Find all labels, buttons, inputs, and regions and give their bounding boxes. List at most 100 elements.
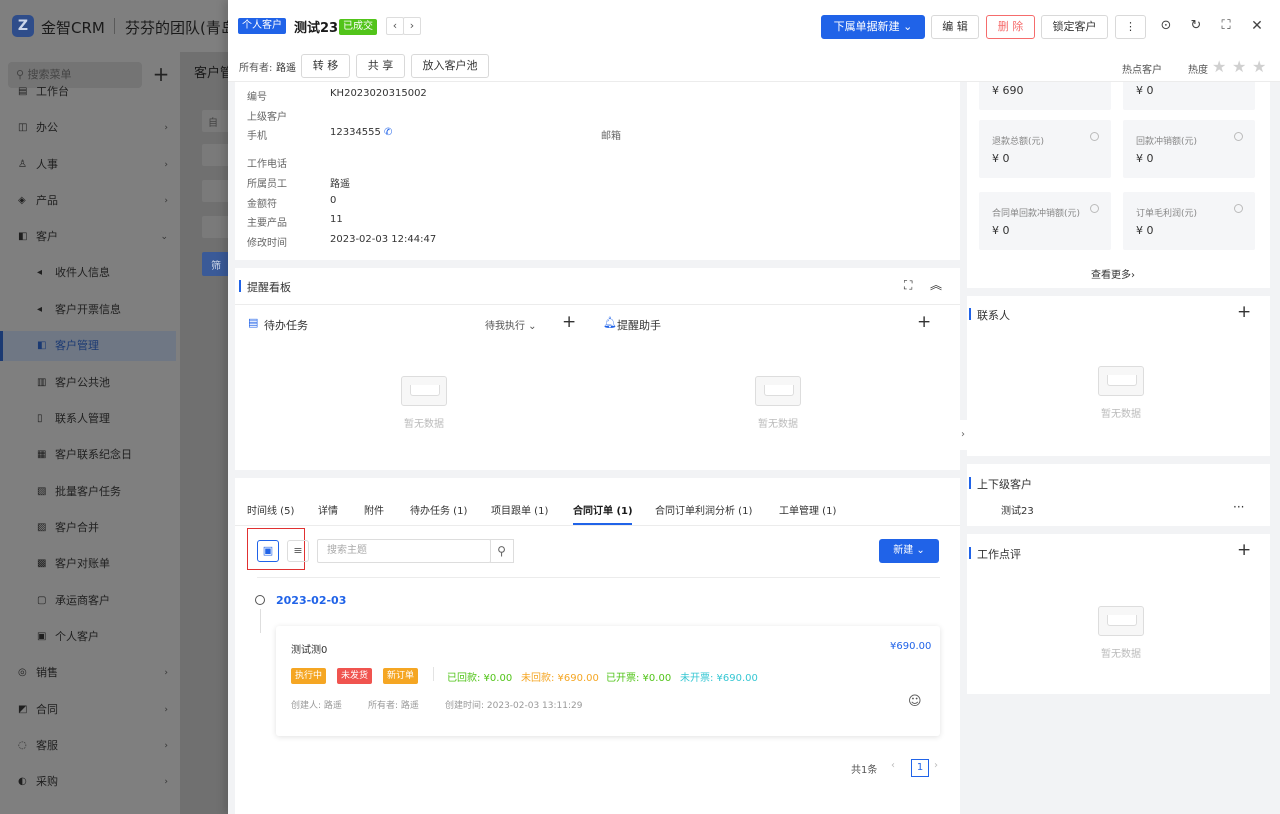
sidebar-item[interactable]: ◫ 办公 › <box>0 113 176 143</box>
info-icon[interactable] <box>1234 132 1243 141</box>
sidebar-item[interactable]: ▢ 承运商客户 <box>0 586 176 616</box>
unreceived-amount: 未回款: ¥690.00 <box>521 673 599 684</box>
sidebar-item[interactable]: ◌ 客服 › <box>0 731 176 761</box>
close-icon[interactable]: ✕ <box>1248 17 1266 35</box>
page-number-button[interactable]: 1 <box>911 759 929 777</box>
sidebar-item-label: 批量客户任务 <box>55 485 121 498</box>
field-label: 手机 <box>247 131 267 142</box>
sidebar-item[interactable]: ◈ 产品 › <box>0 186 176 216</box>
move-to-pool-button[interactable]: 放入客户池 <box>411 54 489 78</box>
todo-filter-select[interactable]: 待我执行 ⌄ <box>485 317 537 332</box>
view-more-link[interactable]: 查看更多› <box>1091 266 1135 281</box>
smile-icon[interactable]: ☺ <box>908 694 922 709</box>
empty-text: 暂无数据 <box>1101 409 1141 420</box>
sidebar-item[interactable]: ▦ 客户联系纪念日 <box>0 440 176 470</box>
sidebar-item[interactable]: ▣ 个人客户 <box>0 622 176 652</box>
info-icon[interactable] <box>1090 204 1099 213</box>
share-button[interactable]: 共 享 <box>356 54 405 78</box>
sidebar-item[interactable]: ◂ 收件人信息 <box>0 258 176 288</box>
tab-item[interactable]: 待办任务 (1) <box>410 502 467 517</box>
tab-item[interactable]: 合同订单 (1) <box>573 502 633 517</box>
fullscreen-icon[interactable]: ⛶ <box>1217 17 1235 35</box>
sidebar-item[interactable]: ▩ 客户对账单 <box>0 549 176 579</box>
field-label: 上级客户 <box>247 112 287 123</box>
bg-filter <box>202 216 230 238</box>
info-icon[interactable] <box>1234 204 1243 213</box>
divider <box>235 304 960 305</box>
tab-item[interactable]: 详情 <box>318 502 338 517</box>
divider <box>235 525 960 526</box>
stat-tile: 合同单回款冲销额(元) ¥ 0 <box>979 192 1111 250</box>
owner-name: 路遥 <box>276 63 296 74</box>
tab-item[interactable]: 工单管理 (1) <box>779 502 836 517</box>
play-icon[interactable]: ⊙ <box>1157 17 1175 35</box>
search-input[interactable]: 搜索主题 <box>317 539 491 563</box>
contacts-title: 联系人 <box>969 307 1010 323</box>
create-sub-document-button[interactable]: 下属单据新建 ⌄ <box>821 15 925 39</box>
heat-star-icon[interactable]: ★ <box>1232 57 1246 76</box>
heat-star-icon[interactable]: ★ <box>1212 57 1226 76</box>
sidebar-item[interactable]: ▯ 联系人管理 <box>0 404 176 434</box>
chevron-icon: › <box>164 160 168 170</box>
collapse-up-icon[interactable]: ︽ <box>930 276 942 293</box>
new-order-button[interactable]: 新建 ⌄ <box>879 539 939 563</box>
team-name[interactable]: 芬芬的团队(青岛) <box>125 17 242 38</box>
related-customer-item[interactable]: 测试23 <box>1001 502 1034 517</box>
prev-record-button[interactable]: ‹ <box>386 17 404 35</box>
sidebar-item[interactable]: ◧ 客户 ⌄ <box>0 222 176 252</box>
sidebar-item[interactable]: ▥ 客户公共池 <box>0 368 176 398</box>
info-icon[interactable] <box>1090 132 1099 141</box>
tab-item[interactable]: 附件 <box>364 502 384 517</box>
add-todo-button[interactable]: + <box>562 312 576 332</box>
field-value: KH2023020315002 <box>330 88 427 99</box>
more-button[interactable]: ⋮ <box>1115 15 1146 39</box>
sidebar-item-label: 合同 <box>36 703 58 716</box>
stats-card: ¥ 690 ¥ 0 退款总额(元) ¥ 0 回款冲销额(元) ¥ 0 合同单回款冲销额(元)… <box>967 82 1270 288</box>
sidebar-item[interactable]: ▤ 工作台 <box>0 77 176 107</box>
prev-page-button[interactable]: ‹ <box>891 760 895 771</box>
search-icon[interactable]: ⚲ <box>490 539 514 563</box>
empty-inbox-icon <box>1098 606 1144 636</box>
sidebar-item[interactable]: ◩ 合同 › <box>0 695 176 725</box>
sidebar-item[interactable]: ♙ 人事 › <box>0 150 176 180</box>
edit-button[interactable]: 编 辑 <box>931 15 979 39</box>
sidebar-item-label: 客户联系纪念日 <box>55 448 132 461</box>
expand-icon[interactable]: ⛶ <box>904 278 912 293</box>
sidebar-item-icon: ♙ <box>18 159 27 170</box>
sidebar-item[interactable]: ▧ 批量客户任务 <box>0 477 176 507</box>
sidebar-item[interactable]: ◐ 采购 › <box>0 767 176 797</box>
list-view-icon[interactable]: ≡ <box>287 540 309 562</box>
pagination-total: 共1条 <box>851 765 878 776</box>
call-phone-icon[interactable]: ✆ <box>384 127 392 138</box>
heat-star-icon[interactable]: ★ <box>1252 57 1266 76</box>
refresh-icon[interactable]: ↻ <box>1187 17 1205 35</box>
customer-type-tag: 个人客户 <box>238 18 286 34</box>
add-reminder-button[interactable]: + <box>917 312 931 332</box>
next-page-button[interactable]: › <box>934 760 938 771</box>
add-contact-button[interactable]: + <box>1237 302 1251 322</box>
sidebar-item-label: 采购 <box>36 775 58 788</box>
stat-value: ¥ 0 <box>1136 84 1154 97</box>
sidebar-item-icon: ◧ <box>37 340 47 351</box>
next-record-button[interactable]: › <box>403 17 421 35</box>
chevron-icon: › <box>164 668 168 678</box>
tab-item[interactable]: 合同订单利润分析 (1) <box>655 502 752 517</box>
stat-value: ¥ 0 <box>1136 224 1154 237</box>
sidebar-item[interactable]: ▨ 客户合并 <box>0 513 176 543</box>
transfer-button[interactable]: 转 移 <box>301 54 350 78</box>
more-dots-icon[interactable]: ··· <box>1233 500 1244 514</box>
order-title[interactable]: 测试测0 <box>291 641 327 656</box>
order-card[interactable]: 测试测0 ¥690.00 执行中 未发货 新订单 已回款: ¥0.00 未回款: ¥… <box>276 626 940 736</box>
sidebar-item[interactable]: ◧ 客户管理 <box>0 331 176 361</box>
lock-customer-button[interactable]: 锁定客户 <box>1041 15 1108 39</box>
chevron-icon: › <box>164 196 168 206</box>
sidebar-item[interactable]: ◂ 客户开票信息 <box>0 295 176 325</box>
tab-item[interactable]: 时间线 (5) <box>247 502 294 517</box>
empty-inbox-icon <box>1098 366 1144 396</box>
delete-button[interactable]: 删 除 <box>986 15 1035 39</box>
field-label: 修改时间 <box>247 238 287 249</box>
add-comment-button[interactable]: + <box>1237 540 1251 560</box>
sidebar-item[interactable]: ◎ 销售 › <box>0 658 176 688</box>
tab-item[interactable]: 项目跟单 (1) <box>491 502 548 517</box>
sidebar-item-icon: ◂ <box>37 304 43 315</box>
